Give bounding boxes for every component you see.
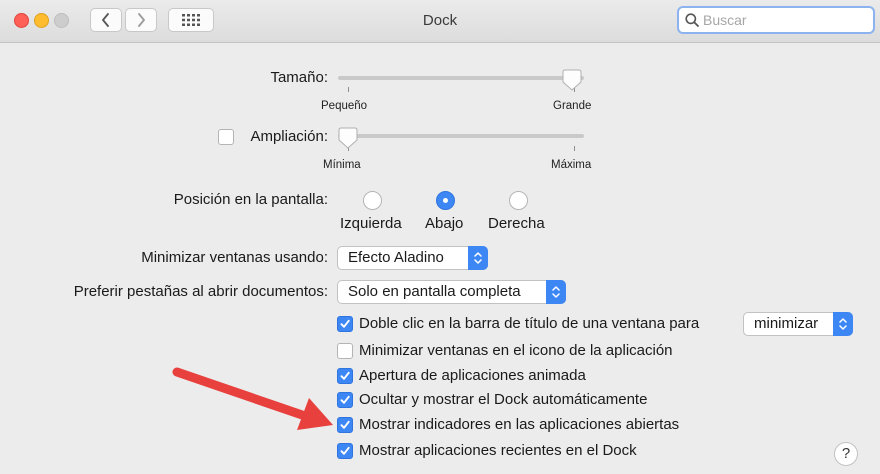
magnification-label: Ampliación: (250, 128, 328, 145)
minimize-effect-value: Efecto Aladino (348, 249, 444, 266)
chevron-up-down-icon (839, 318, 847, 330)
size-slider-thumb[interactable] (562, 69, 582, 91)
popup-stepper (468, 246, 488, 270)
autohide-dock-checkbox[interactable] (337, 392, 353, 408)
checkmark-icon (340, 319, 350, 328)
minimize-effect-popup[interactable]: Efecto Aladino (337, 246, 488, 270)
position-radio-right[interactable] (509, 191, 528, 210)
size-label: Tamaño: (270, 69, 328, 86)
popup-stepper (546, 280, 566, 304)
checkmark-icon (340, 420, 350, 429)
minimize-into-app-icon-checkbox[interactable] (337, 343, 353, 359)
show-recent-apps-label: Mostrar aplicaciones recientes en el Doc… (359, 442, 637, 459)
prefer-tabs-label: Preferir pestañas al abrir documentos: (73, 283, 328, 300)
magnification-slider-tick (574, 146, 575, 151)
minimize-into-app-icon-label: Minimizar ventanas en el icono de la apl… (359, 342, 673, 359)
double-click-action-popup[interactable]: minimizar (743, 312, 853, 336)
double-click-label: Doble clic en la barra de título de una … (359, 315, 700, 332)
magnification-slider-thumb[interactable] (338, 127, 358, 149)
checkmark-icon (340, 395, 350, 404)
size-slider-track[interactable] (338, 76, 584, 80)
position-radio-left[interactable] (363, 191, 382, 210)
help-button[interactable]: ? (834, 442, 858, 466)
title-bar: Dock (0, 0, 880, 43)
animate-opening-checkbox[interactable] (337, 368, 353, 384)
magnification-max-label: Máxima (551, 159, 592, 171)
position-option-left[interactable]: Izquierda (340, 215, 402, 232)
chevron-up-down-icon (552, 286, 560, 298)
chevron-up-down-icon (474, 252, 482, 264)
size-slider-tick (348, 87, 349, 92)
position-option-right[interactable]: Derecha (488, 215, 545, 232)
autohide-dock-label: Ocultar y mostrar el Dock automáticament… (359, 391, 648, 408)
size-min-label: Pequeño (321, 100, 368, 112)
double-click-action-value: minimizar (754, 315, 819, 332)
show-recent-apps-checkbox[interactable] (337, 443, 353, 459)
minimize-effect-label: Minimizar ventanas usando: (141, 249, 328, 266)
search-field[interactable] (677, 6, 875, 34)
double-click-checkbox[interactable] (337, 316, 353, 332)
search-input[interactable] (703, 12, 863, 28)
magnification-checkbox[interactable] (218, 129, 234, 145)
magnification-slider-track[interactable] (338, 134, 584, 138)
size-max-label: Grande (553, 100, 592, 112)
checkmark-icon (340, 446, 350, 455)
show-indicators-label: Mostrar indicadores en las aplicaciones … (359, 416, 680, 433)
prefer-tabs-popup[interactable]: Solo en pantalla completa (337, 280, 566, 304)
popup-stepper (833, 312, 853, 336)
magnification-min-label: Mínima (323, 159, 361, 171)
search-icon (685, 13, 699, 27)
position-option-bottom[interactable]: Abajo (425, 215, 463, 232)
show-indicators-checkbox[interactable] (337, 417, 353, 433)
position-label: Posición en la pantalla: (173, 191, 328, 208)
prefer-tabs-value: Solo en pantalla completa (348, 283, 521, 300)
position-radio-bottom[interactable] (436, 191, 455, 210)
checkmark-icon (340, 371, 350, 380)
animate-opening-label: Apertura de aplicaciones animada (359, 367, 586, 384)
